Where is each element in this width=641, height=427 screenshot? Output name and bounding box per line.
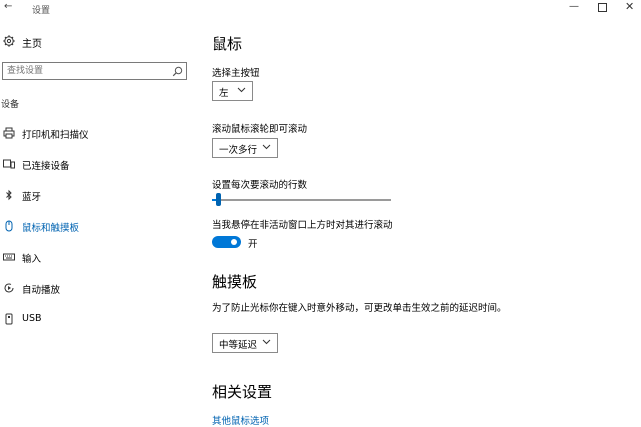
mouse-icon (5, 220, 13, 232)
mouse-heading: 鼠标 (212, 35, 243, 53)
toggle-knob (231, 239, 237, 245)
sidebar-item-label: 已连接设备 (22, 161, 70, 172)
chevron-down-icon (237, 87, 246, 93)
scroll-wheel-dropdown[interactable]: 一次多行 (212, 138, 278, 158)
chevron-down-icon (262, 144, 271, 150)
sidebar-item-autoplay[interactable]: 自动播放 (0, 276, 190, 302)
chevron-down-icon (262, 339, 271, 345)
scroll-lines-label: 设置每次要滚动的行数 (212, 180, 308, 191)
close-button[interactable]: ✕ (625, 0, 634, 13)
sidebar-item-label: 鼠标和触摸板 (22, 223, 80, 234)
sidebar-item-printers[interactable]: 打印机和扫描仪 (0, 121, 190, 147)
sidebar-item-label: USB (22, 313, 42, 324)
sidebar-item-typing[interactable]: 输入 (0, 245, 190, 271)
sidebar-item-label: 自动播放 (22, 285, 61, 296)
inactive-scroll-toggle[interactable] (212, 236, 241, 248)
sidebar-item-mouse-touchpad[interactable]: 鼠标和触摸板 (0, 214, 190, 240)
primary-button-value: 左 (219, 88, 229, 99)
maximize-button[interactable] (598, 3, 607, 12)
inactive-scroll-state: 开 (248, 239, 258, 250)
usb-icon (5, 313, 13, 325)
sidebar-section-label: 设备 (1, 100, 20, 110)
touchpad-delay-value: 中等延迟 (219, 340, 258, 351)
primary-button-label: 选择主按钮 (212, 68, 260, 79)
touchpad-description: 为了防止光标你在键入时意外移动，可更改单击生效之前的延迟时间。 (212, 303, 507, 314)
minimize-button[interactable]: — (569, 1, 579, 12)
sidebar-item-connected-devices[interactable]: 已连接设备 (0, 152, 190, 178)
window-title: 设置 (32, 6, 51, 16)
touchpad-delay-dropdown[interactable]: 中等延迟 (212, 333, 278, 353)
autoplay-icon (4, 283, 14, 293)
connected-devices-icon (3, 159, 15, 169)
printer-icon (3, 127, 15, 139)
sidebar-home-label: 主页 (22, 39, 42, 50)
keyboard-icon (3, 253, 15, 261)
scroll-wheel-label: 滚动鼠标滚轮即可滚动 (212, 124, 308, 135)
gear-icon (3, 35, 15, 47)
related-settings-heading: 相关设置 (212, 383, 273, 401)
title-bar: ← 设置 — ✕ (0, 0, 641, 17)
sidebar-item-label: 蓝牙 (22, 192, 42, 203)
search-icon[interactable] (172, 66, 183, 77)
search-input[interactable] (7, 65, 167, 77)
sidebar-item-label: 输入 (22, 254, 42, 265)
other-mouse-options-link[interactable]: 其他鼠标选项 (212, 413, 269, 427)
sidebar-item-label: 打印机和扫描仪 (22, 130, 89, 141)
primary-button-dropdown[interactable]: 左 (212, 81, 253, 101)
scroll-lines-slider[interactable] (212, 199, 391, 201)
touchpad-heading: 触摸板 (212, 273, 258, 291)
inactive-scroll-label: 当我悬停在非活动窗口上方时对其进行滚动 (212, 220, 393, 231)
scroll-wheel-value: 一次多行 (219, 145, 258, 156)
back-arrow-icon[interactable]: ← (4, 1, 12, 12)
sidebar-item-usb[interactable]: USB (0, 307, 190, 333)
slider-thumb[interactable] (216, 193, 221, 206)
search-box[interactable] (2, 62, 187, 80)
bluetooth-icon (6, 189, 12, 201)
sidebar-item-bluetooth[interactable]: 蓝牙 (0, 183, 190, 209)
